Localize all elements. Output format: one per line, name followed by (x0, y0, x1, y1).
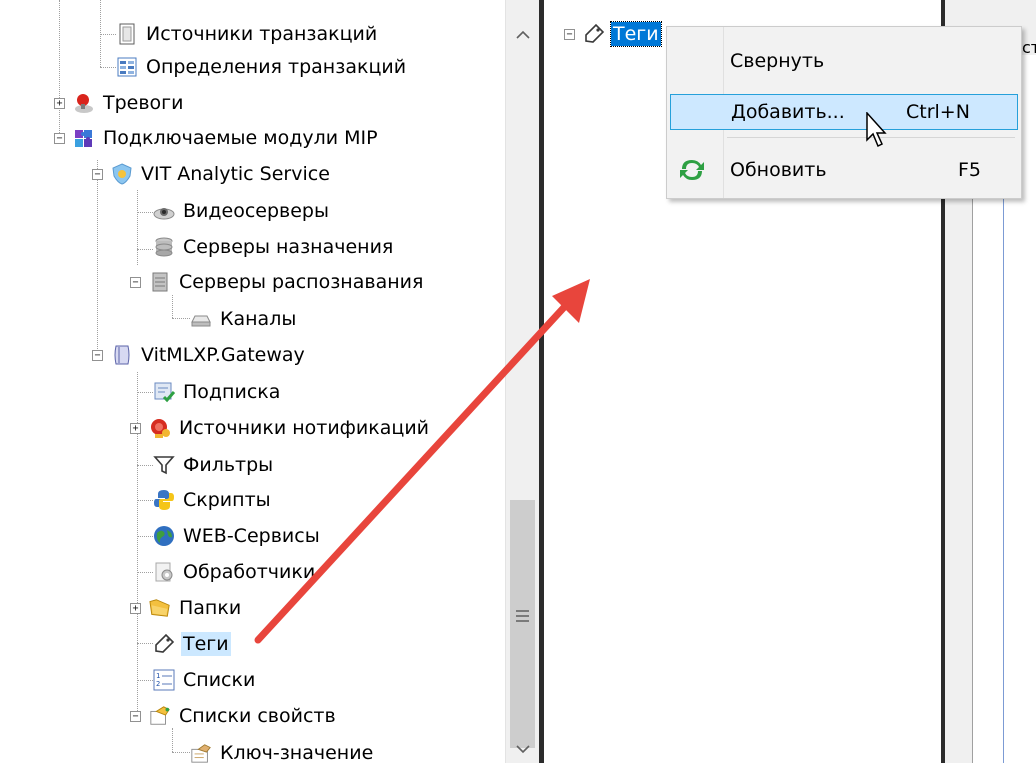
menu-item-refresh[interactable]: Обновить F5 (670, 152, 1018, 188)
mouse-cursor-icon (866, 112, 887, 148)
menu-item-label: Обновить (730, 159, 827, 181)
menu-item-add[interactable]: Добавить... Ctrl+N (670, 94, 1018, 130)
menu-item-shortcut: Ctrl+N (906, 101, 970, 123)
menu-item-collapse[interactable]: Свернуть (670, 43, 1018, 79)
refresh-icon (678, 157, 706, 188)
menu-item-label: Свернуть (730, 50, 825, 72)
context-menu: Свернуть Добавить... Ctrl+N Обновить F5 (666, 26, 1022, 199)
menu-item-label: Добавить... (731, 101, 845, 123)
menu-item-shortcut: F5 (958, 159, 982, 181)
